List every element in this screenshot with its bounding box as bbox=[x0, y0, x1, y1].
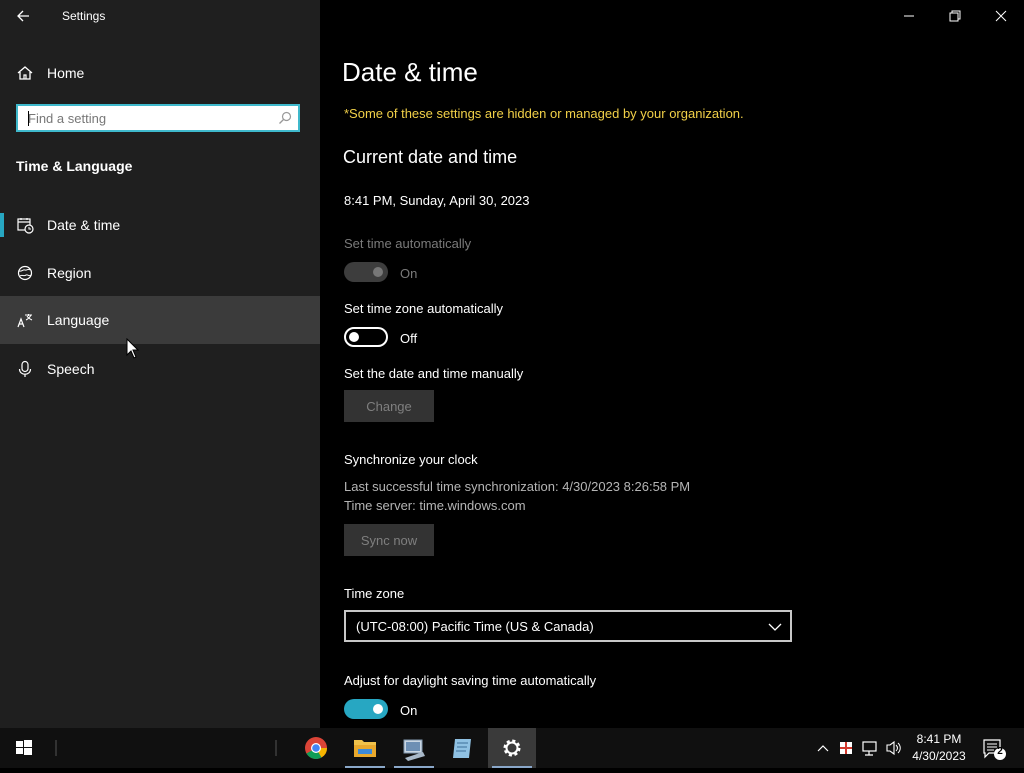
chrome-taskbar-button[interactable] bbox=[292, 728, 340, 768]
main-content: Date & time *Some of these settings are … bbox=[320, 0, 1024, 728]
text-caret bbox=[28, 111, 29, 126]
current-date-time-value: 8:41 PM, Sunday, April 30, 2023 bbox=[344, 193, 530, 208]
selection-indicator bbox=[0, 213, 4, 237]
start-button[interactable] bbox=[0, 728, 48, 768]
back-arrow-icon bbox=[17, 10, 29, 22]
home-icon bbox=[17, 66, 33, 80]
chevron-up-icon bbox=[817, 745, 829, 752]
last-sync-text: Last successful time synchronization: 4/… bbox=[344, 479, 691, 494]
sync-heading: Synchronize your clock bbox=[344, 452, 478, 467]
app-title: Settings bbox=[62, 9, 106, 23]
set-timezone-auto-toggle[interactable] bbox=[344, 327, 388, 347]
change-button[interactable]: Change bbox=[344, 390, 434, 422]
sidebar-item-language[interactable]: Language bbox=[0, 296, 320, 344]
network-tray-button[interactable] bbox=[858, 728, 882, 768]
sidebar-item-date-time[interactable]: Date & time bbox=[0, 201, 320, 249]
notepad-taskbar-button[interactable] bbox=[439, 728, 487, 768]
file-explorer-icon bbox=[354, 740, 376, 757]
vpn-shield-icon bbox=[840, 742, 852, 754]
set-timezone-auto-label: Set time zone automatically bbox=[344, 301, 503, 316]
time-zone-value: (UTC-08:00) Pacific Time (US & Canada) bbox=[356, 619, 594, 634]
network-app-taskbar-button[interactable] bbox=[390, 728, 438, 768]
sidebar-item-label: Language bbox=[47, 312, 110, 328]
settings-gear-icon bbox=[503, 739, 521, 757]
org-managed-note: *Some of these settings are hidden or ma… bbox=[344, 106, 744, 121]
sidebar-item-region[interactable]: Region bbox=[0, 249, 320, 297]
language-icon bbox=[17, 314, 33, 328]
home-label: Home bbox=[47, 65, 85, 81]
restore-icon bbox=[949, 10, 961, 22]
volume-tray-button[interactable] bbox=[882, 728, 906, 768]
search-bar-divider bbox=[52, 728, 60, 768]
set-time-auto-label: Set time automatically bbox=[344, 236, 472, 251]
toggle-knob bbox=[373, 704, 383, 714]
settings-taskbar-button[interactable] bbox=[488, 728, 536, 768]
close-icon bbox=[995, 10, 1007, 22]
set-timezone-auto-state: Off bbox=[400, 331, 418, 346]
sidebar-item-label: Date & time bbox=[47, 217, 121, 233]
sidebar: Settings Home Time & Language Date & tim… bbox=[0, 0, 320, 728]
close-button[interactable] bbox=[978, 0, 1024, 32]
mouse-cursor-icon bbox=[126, 338, 140, 359]
current-date-time-heading: Current date and time bbox=[343, 147, 518, 167]
restore-button[interactable] bbox=[932, 0, 978, 32]
sidebar-item-label: Speech bbox=[47, 361, 95, 377]
calendar-clock-icon bbox=[17, 218, 34, 234]
dst-label: Adjust for daylight saving time automati… bbox=[344, 673, 597, 688]
time-zone-label: Time zone bbox=[344, 586, 405, 601]
chrome-icon bbox=[305, 737, 327, 759]
sync-now-button[interactable]: Sync now bbox=[344, 524, 434, 556]
search-box[interactable] bbox=[16, 104, 300, 132]
taskbar-divider bbox=[272, 728, 280, 768]
chevron-down-icon bbox=[768, 623, 782, 631]
toggle-knob bbox=[373, 267, 383, 277]
taskbar: 8:41 PM 4/30/2023 2 bbox=[0, 728, 1024, 768]
volume-icon bbox=[886, 740, 901, 756]
windows-logo-icon bbox=[16, 740, 32, 755]
network-drive-icon bbox=[403, 739, 425, 761]
page-title: Date & time bbox=[342, 57, 478, 87]
section-title: Time & Language bbox=[16, 158, 133, 174]
microphone-icon bbox=[18, 360, 32, 377]
time-server-text: Time server: time.windows.com bbox=[344, 498, 526, 513]
network-icon bbox=[862, 741, 877, 756]
toggle-knob bbox=[349, 332, 359, 342]
sidebar-item-label: Region bbox=[47, 265, 92, 281]
globe-icon bbox=[17, 265, 33, 281]
clock-date[interactable]: 4/30/2023 bbox=[906, 749, 972, 763]
set-time-auto-state: On bbox=[400, 266, 418, 281]
dst-state: On bbox=[400, 703, 418, 718]
show-hidden-icons-button[interactable] bbox=[812, 728, 834, 768]
notepad-icon bbox=[453, 739, 471, 758]
tray-app-button[interactable] bbox=[836, 728, 856, 768]
minimize-icon bbox=[904, 15, 914, 17]
time-zone-dropdown[interactable]: (UTC-08:00) Pacific Time (US & Canada) bbox=[344, 610, 792, 642]
back-button[interactable] bbox=[12, 4, 36, 28]
minimize-button[interactable] bbox=[886, 0, 932, 32]
set-time-auto-toggle bbox=[344, 262, 388, 282]
notification-count-badge: 2 bbox=[997, 746, 1003, 757]
file-explorer-taskbar-button[interactable] bbox=[341, 728, 389, 768]
action-center-button[interactable]: 2 bbox=[978, 728, 1008, 768]
dst-toggle[interactable] bbox=[344, 699, 388, 719]
home-nav-item[interactable]: Home bbox=[0, 56, 320, 90]
search-input[interactable] bbox=[18, 106, 278, 130]
manual-date-time-label: Set the date and time manually bbox=[344, 366, 524, 381]
search-icon[interactable] bbox=[278, 111, 292, 125]
sidebar-item-speech[interactable]: Speech bbox=[0, 345, 320, 393]
clock-time[interactable]: 8:41 PM bbox=[906, 732, 972, 746]
